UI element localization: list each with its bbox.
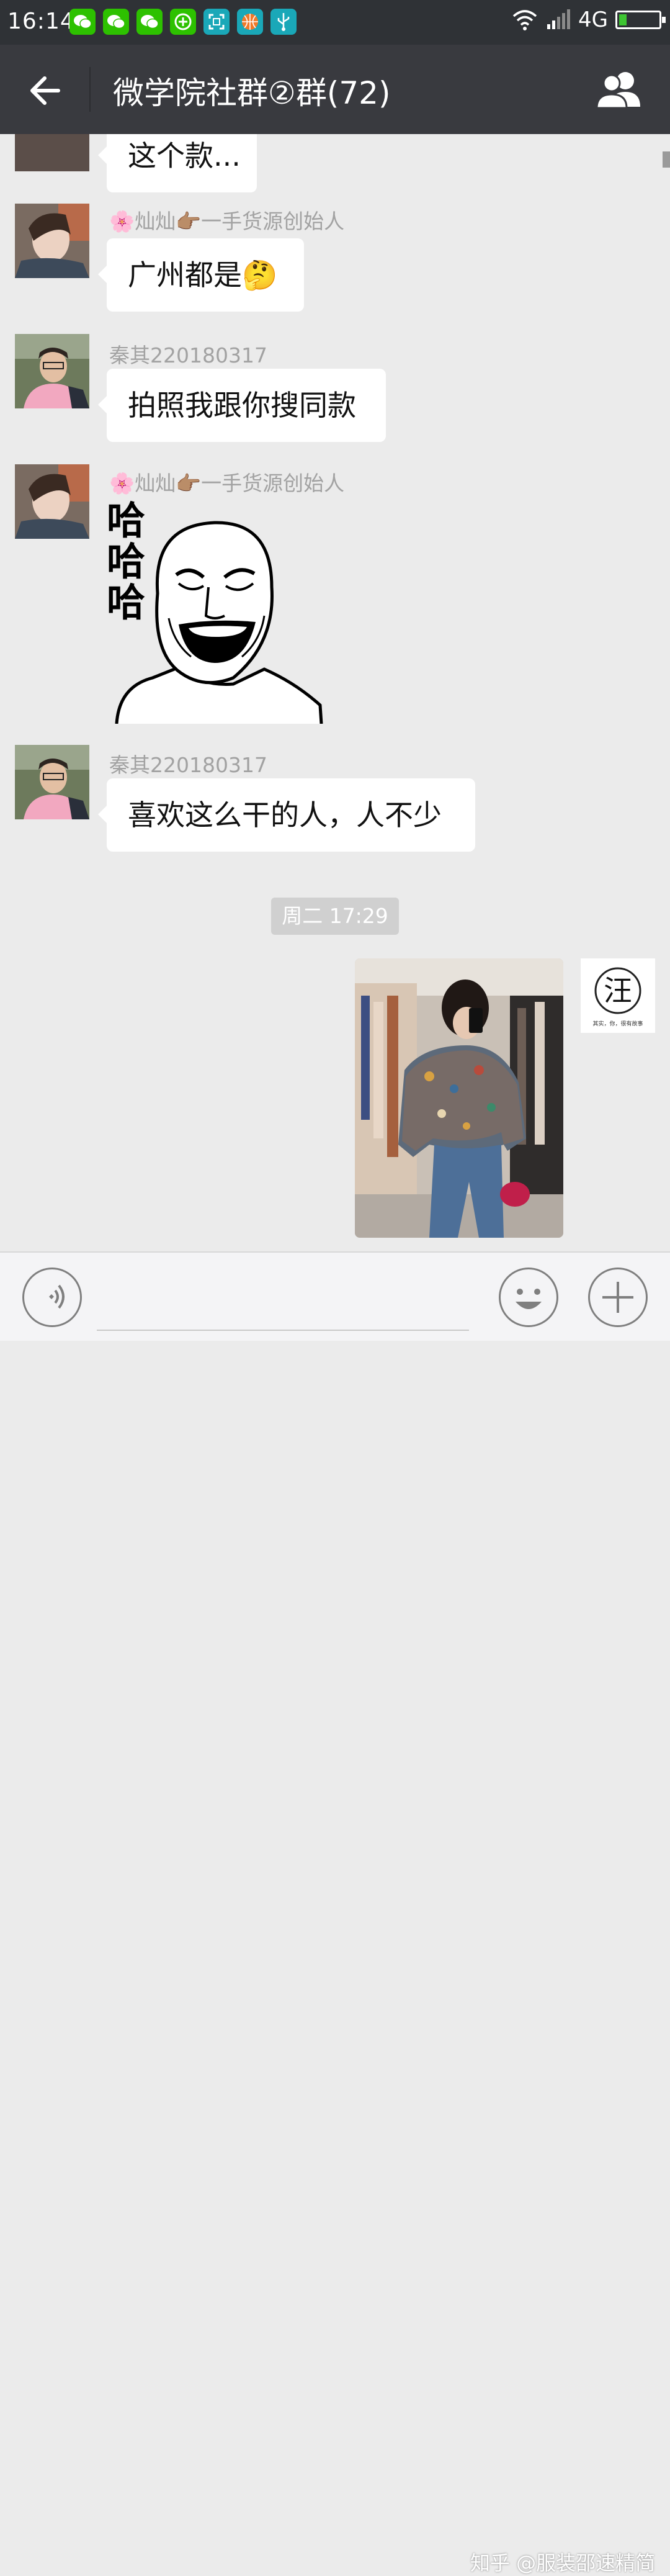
image-message[interactable]	[355, 958, 563, 1238]
message-bubble[interactable]: 喜欢这么干的人，人不少	[98, 778, 475, 852]
message-input[interactable]	[97, 1330, 469, 1331]
message-text: 拍照我跟你搜同款	[128, 389, 356, 422]
sticker-text: 哈哈哈	[107, 498, 146, 625]
back-button[interactable]	[25, 71, 65, 110]
scan-app-icon	[203, 9, 230, 35]
status-right: 4G	[511, 7, 666, 32]
sender-name: 🌸灿灿👉🏽一手货源创始人	[109, 471, 345, 495]
plus-icon	[602, 1282, 633, 1313]
input-bar: 知乎 @服装邵速精简	[0, 1251, 670, 2575]
chat-header: 微学院社群②群(72)	[0, 45, 670, 134]
watermark: 知乎 @服装邵速精简	[470, 2551, 656, 2575]
wifi-icon	[512, 10, 537, 30]
wechat-icon	[103, 9, 129, 35]
header-divider	[89, 67, 91, 112]
message-text: 喜欢这么干的人，人不少	[128, 798, 442, 832]
image-thumbnail	[355, 958, 563, 1238]
avatar[interactable]	[15, 134, 89, 171]
notification-icons	[69, 9, 297, 35]
scrollbar-thumb[interactable]	[663, 151, 670, 168]
message-text: 广州都是🤔	[128, 258, 278, 292]
chat-area[interactable]: 这个款... 🌸灿灿👉🏽一手货源创始人 广州都是🤔 秦其220180317 拍照…	[0, 134, 670, 1251]
voice-button[interactable]	[22, 1268, 82, 1327]
avatar[interactable]	[15, 204, 89, 278]
voice-icon	[49, 1284, 65, 1309]
time-divider: 周二 17:29	[271, 898, 399, 935]
emoji-button[interactable]	[499, 1268, 558, 1327]
group-members-icon	[596, 72, 640, 109]
chat-title: 微学院社群②群(72)	[113, 75, 391, 111]
battery-level	[619, 14, 627, 25]
message-bubble[interactable]: 这个款...	[98, 134, 257, 192]
avatar[interactable]	[15, 334, 89, 408]
sender-name: 秦其220180317	[109, 753, 267, 777]
plus-app-icon	[170, 9, 196, 35]
avatar-caption: 其实，你，很有故事	[592, 1021, 643, 1027]
message-text: 这个款...	[128, 139, 241, 173]
status-bar: 16:14 4G	[0, 0, 670, 45]
status-time: 16:14	[7, 9, 75, 34]
sender-name: 秦其220180317	[109, 343, 267, 367]
sticker-message[interactable]: 哈哈哈	[107, 498, 326, 724]
my-avatar[interactable]: 汪 其实，你，很有故事	[581, 958, 655, 1033]
group-members-button[interactable]	[594, 68, 645, 112]
wechat-icon	[69, 9, 96, 35]
emoji-icon	[516, 1289, 542, 1309]
avatar[interactable]	[15, 464, 89, 539]
message-bubble[interactable]: 拍照我跟你搜同款	[98, 369, 386, 442]
usb-icon	[270, 9, 297, 35]
arrow-left-icon	[30, 76, 60, 105]
wechat-icon	[136, 9, 163, 35]
more-button[interactable]	[588, 1268, 648, 1327]
message-bubble[interactable]: 广州都是🤔	[98, 238, 304, 312]
network-type: 4G	[578, 7, 608, 32]
avatar[interactable]	[15, 745, 89, 819]
battery-icon	[615, 11, 666, 29]
signal-icon	[547, 9, 571, 29]
sender-name: 🌸灿灿👉🏽一手货源创始人	[109, 209, 345, 233]
basketball-app-icon	[237, 9, 263, 35]
avatar-logo-text: 汪	[604, 974, 632, 1007]
